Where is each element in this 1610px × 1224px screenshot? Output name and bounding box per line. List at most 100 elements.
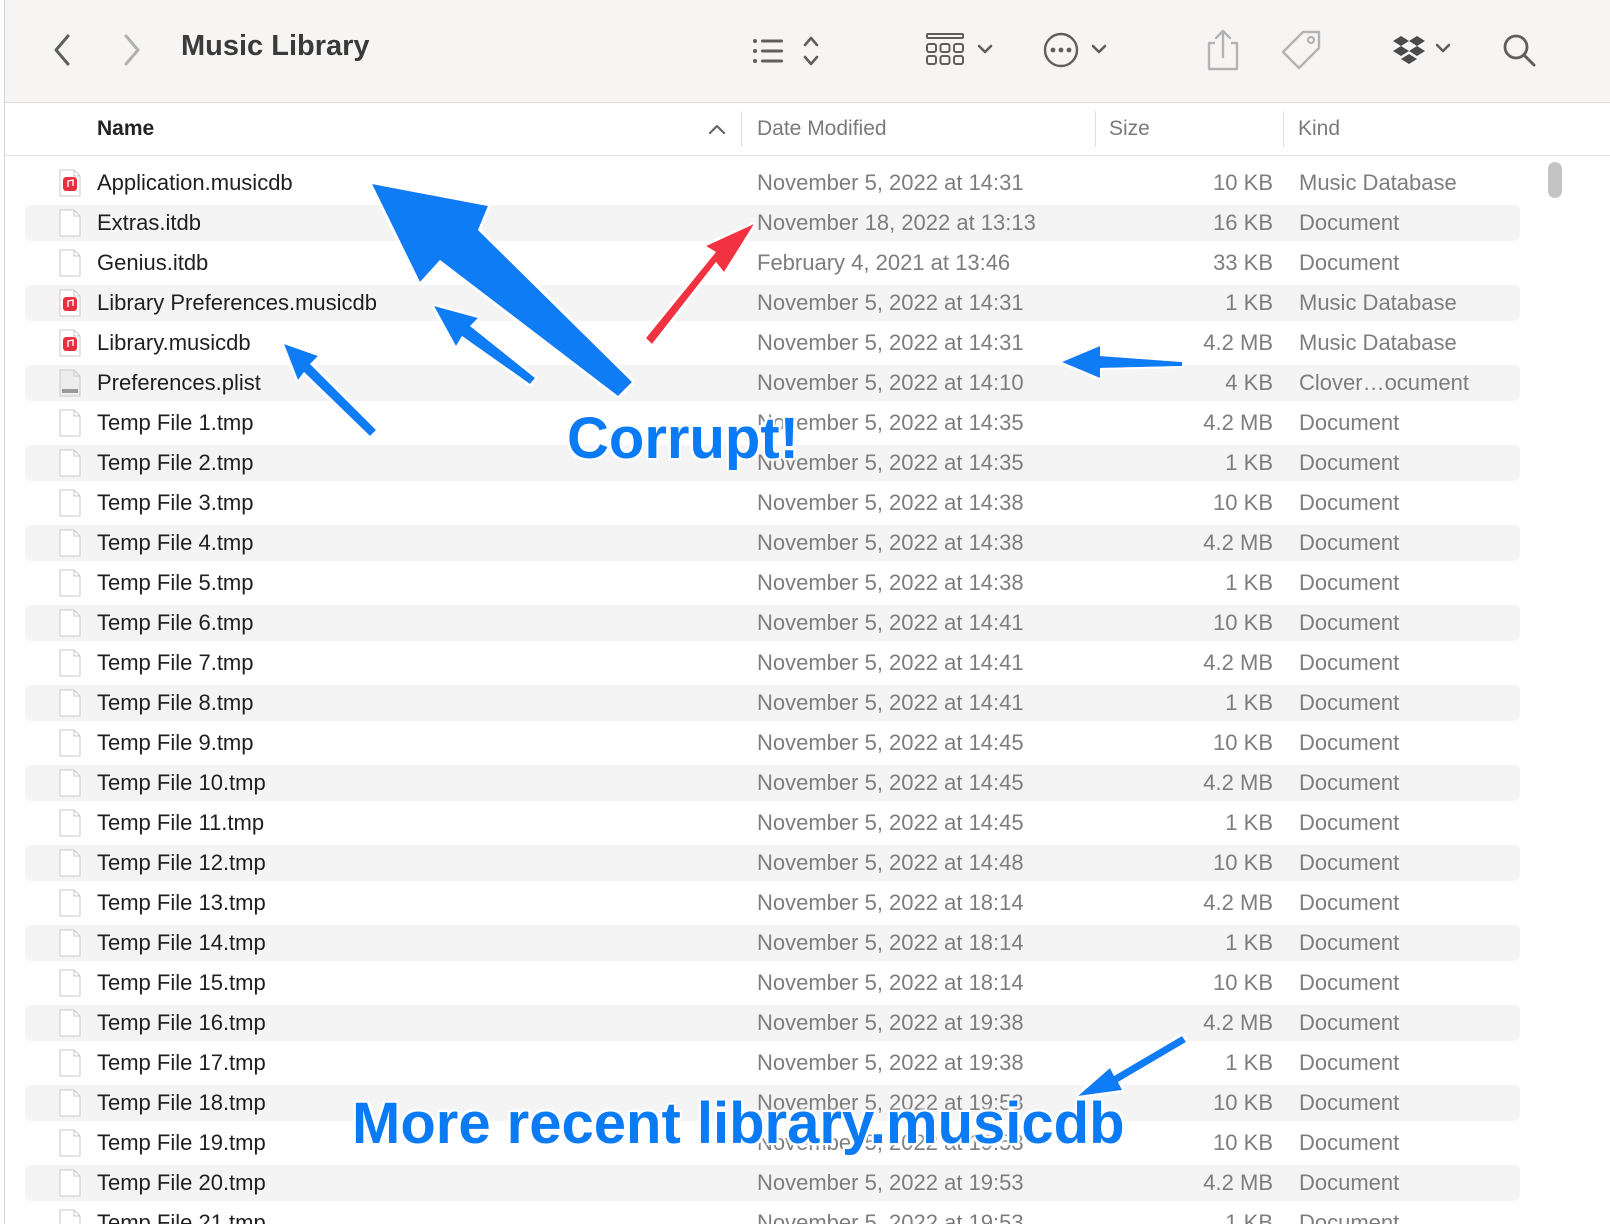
file-date: November 5, 2022 at 19:38 [757,1010,1024,1035]
scrollbar-thumb[interactable] [1548,162,1562,198]
file-kind: Document [1299,930,1400,955]
document-icon [59,609,81,637]
share-button[interactable] [1201,26,1245,74]
file-row[interactable]: Temp File 11.tmp November 5, 2022 at 14:4… [25,805,1520,841]
file-row[interactable]: Temp File 13.tmp November 5, 2022 at 18:1… [25,885,1520,921]
column-header-date[interactable]: Date Modified [757,117,887,141]
document-icon [59,529,81,557]
document-icon [59,1129,81,1157]
forward-button[interactable] [113,30,149,70]
sort-ascending-icon[interactable] [707,121,727,137]
file-name: Temp File 6.tmp [97,610,254,635]
file-size: 4.2 MB [1203,1010,1273,1035]
file-size: 4.2 MB [1203,330,1273,355]
file-name: Temp File 3.tmp [97,490,254,515]
file-row[interactable]: Temp File 17.tmp November 5, 2022 at 19:3… [25,1045,1520,1081]
file-size: 1 KB [1225,290,1273,315]
file-name: Temp File 10.tmp [97,770,266,795]
file-size: 4.2 MB [1203,1170,1273,1195]
tag-button[interactable] [1277,26,1325,74]
file-size: 4.2 MB [1203,530,1273,555]
file-row[interactable]: Application.musicdb November 5, 2022 at 1… [25,165,1520,201]
file-kind: Document [1299,730,1400,755]
dropbox-button[interactable] [1393,30,1463,70]
file-row[interactable]: Temp File 21.tmp November 5, 2022 at 19:5… [25,1205,1520,1224]
file-list: Application.musicdb November 5, 2022 at 1… [5,165,1610,1224]
search-icon [1503,34,1536,67]
file-size: 4.2 MB [1203,650,1273,675]
file-date: November 5, 2022 at 14:38 [757,570,1024,595]
column-header-bar: Name Date Modified Size Kind [5,103,1610,156]
file-name: Temp File 5.tmp [97,570,254,595]
file-kind: Document [1299,210,1400,235]
file-row[interactable]: Library Preferences.musicdb November 5, 2… [25,285,1520,321]
document-icon [59,889,81,917]
file-size: 10 KB [1213,1090,1273,1115]
file-kind: Document [1299,530,1400,555]
document-icon [59,249,81,277]
action-button[interactable] [1039,28,1119,72]
document-icon [59,489,81,517]
file-date: February 4, 2021 at 13:46 [757,250,1011,275]
column-header-size[interactable]: Size [1109,117,1150,141]
file-kind: Document [1299,250,1400,275]
column-header-name[interactable]: Name [97,117,154,141]
vertical-scrollbar[interactable] [1545,160,1565,1224]
file-name: Temp File 4.tmp [97,530,254,555]
file-row[interactable]: Preferences.plist November 5, 2022 at 14:… [25,365,1520,401]
list-view-icon [753,36,819,66]
file-date: November 5, 2022 at 14:41 [757,610,1024,635]
file-row[interactable]: Temp File 6.tmp November 5, 2022 at 14:41… [25,605,1520,641]
file-row[interactable]: Genius.itdb February 4, 2021 at 13:46 33 K… [25,245,1520,281]
file-kind: Document [1299,1050,1400,1075]
file-row[interactable]: Temp File 12.tmp November 5, 2022 at 14:4… [25,845,1520,881]
document-icon [59,969,81,997]
search-button[interactable] [1497,28,1541,72]
file-row[interactable]: Library.musicdb November 5, 2022 at 14:31… [25,325,1520,361]
file-row[interactable]: Temp File 10.tmp November 5, 2022 at 14:4… [25,765,1520,801]
document-icon [59,689,81,717]
file-row[interactable]: Temp File 8.tmp November 5, 2022 at 14:41… [25,685,1520,721]
file-row[interactable]: Temp File 4.tmp November 5, 2022 at 14:38… [25,525,1520,561]
file-date: November 5, 2022 at 19:38 [757,1050,1024,1075]
column-divider[interactable] [1095,111,1096,147]
file-date: November 5, 2022 at 14:31 [757,170,1024,195]
file-row[interactable]: Temp File 16.tmp November 5, 2022 at 19:3… [25,1005,1520,1041]
file-row[interactable]: Temp File 9.tmp November 5, 2022 at 14:45… [25,725,1520,761]
file-row[interactable]: Temp File 5.tmp November 5, 2022 at 14:38… [25,565,1520,601]
document-icon [59,569,81,597]
file-row[interactable]: Temp File 14.tmp November 5, 2022 at 18:1… [25,925,1520,961]
file-kind: Document [1299,650,1400,675]
file-size: 4.2 MB [1203,410,1273,435]
file-date: November 5, 2022 at 14:45 [757,730,1024,755]
file-size: 10 KB [1213,850,1273,875]
file-name: Temp File 17.tmp [97,1050,266,1075]
file-size: 1 KB [1225,930,1273,955]
file-kind: Document [1299,850,1400,875]
file-kind: Document [1299,690,1400,715]
file-name: Temp File 13.tmp [97,890,266,915]
file-row[interactable]: Temp File 15.tmp November 5, 2022 at 18:1… [25,965,1520,1001]
back-icon [54,34,70,66]
column-header-kind[interactable]: Kind [1298,117,1340,141]
column-divider[interactable] [1283,111,1284,147]
file-kind: Music Database [1299,330,1457,355]
file-date: November 18, 2022 at 13:13 [757,210,1036,235]
view-options-button[interactable] [747,30,827,72]
file-row[interactable]: Temp File 3.tmp November 5, 2022 at 14:38… [25,485,1520,521]
group-icon [926,33,993,65]
file-name: Application.musicdb [97,170,293,195]
file-size: 1 KB [1225,570,1273,595]
file-kind: Document [1299,1130,1400,1155]
column-divider[interactable] [741,111,742,147]
file-kind: Document [1299,770,1400,795]
group-button[interactable] [919,28,999,72]
document-icon [59,809,81,837]
tag-icon [1281,30,1321,70]
back-button[interactable] [45,30,81,70]
file-row[interactable]: Extras.itdb November 18, 2022 at 13:13 16 … [25,205,1520,241]
file-row[interactable]: Temp File 20.tmp November 5, 2022 at 19:5… [25,1165,1520,1201]
file-date: November 5, 2022 at 14:41 [757,690,1024,715]
file-size: 4.2 MB [1203,890,1273,915]
file-row[interactable]: Temp File 7.tmp November 5, 2022 at 14:41… [25,645,1520,681]
